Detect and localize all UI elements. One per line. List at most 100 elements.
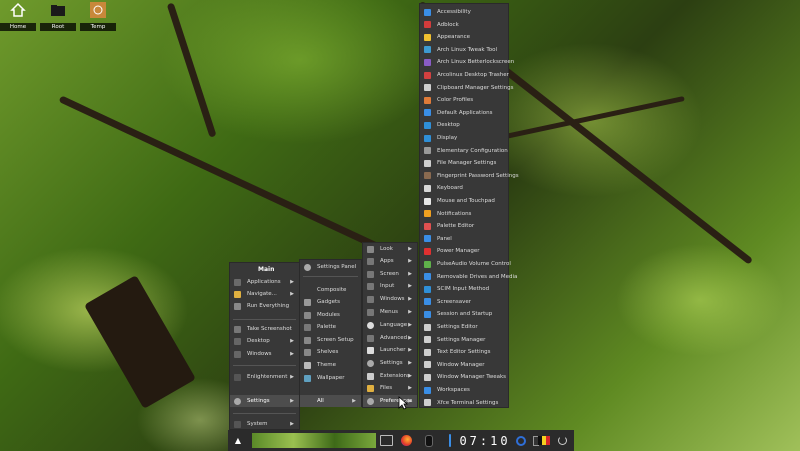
settings-menu-item-shelves[interactable]: Shelves (300, 346, 361, 358)
preferences-menu-item[interactable]: Workspaces (420, 384, 508, 396)
all-menu-item-apps[interactable]: Apps ▶ (363, 255, 417, 267)
all-menu-item-screen[interactable]: Screen ▶ (363, 268, 417, 280)
firefox-launcher[interactable] (398, 430, 414, 451)
screen-icon (367, 270, 374, 278)
all-icon (304, 398, 311, 405)
all-menu-item-extensions[interactable]: Extensions ▶ (363, 370, 417, 382)
preferences-menu-item[interactable]: Power Manager (420, 245, 508, 257)
preferences-menu-item[interactable]: Window Manager Tweaks (420, 371, 508, 383)
preferences-menu-item[interactable]: Notifications (420, 208, 508, 220)
preferences-menu-item[interactable]: Text Editor Settings (420, 346, 508, 358)
preferences-menu-item[interactable]: Window Manager (420, 359, 508, 371)
chevron-right-icon: ▶ (408, 322, 412, 328)
settings-menu-item-palette[interactable]: Palette (300, 321, 361, 333)
power-icon (557, 436, 567, 445)
preferences-menu-item[interactable]: Appearance (420, 31, 508, 43)
preferences-menu-item[interactable]: Desktop (420, 119, 508, 131)
main-menu-item-windows[interactable]: Windows ▶ (230, 348, 299, 360)
preferences-menu-item[interactable]: Elementary Configuration (420, 145, 508, 157)
launcher-icon (367, 346, 374, 354)
preferences-menu-item[interactable]: Settings Editor (420, 321, 508, 333)
preferences-menu-item[interactable]: Fingerprint Password Settings (420, 170, 519, 182)
settings-menu-item-wallpaper[interactable]: Wallpaper (300, 372, 361, 384)
all-menu-item-settings[interactable]: Settings ▶ (363, 357, 417, 369)
start-button[interactable]: ▲ (230, 430, 246, 451)
preferences-menu-item-label: Settings Manager (437, 336, 486, 343)
main-menu-item-enlightenment[interactable]: Enlightenment ▶ (230, 371, 299, 383)
main-menu-item-desktop[interactable]: Desktop ▶ (230, 335, 299, 347)
pager[interactable] (252, 430, 376, 451)
network-gadget[interactable] (514, 430, 528, 451)
windows-icon (367, 295, 374, 303)
desktop-icon-root[interactable]: Root (40, 2, 76, 31)
all-menu-item-launcher[interactable]: Launcher ▶ (363, 344, 417, 356)
preferences-menu-item[interactable]: Session and Startup (420, 308, 508, 320)
preference-item-icon (424, 58, 431, 66)
all-menu-item-windows[interactable]: Windows ▶ (363, 293, 417, 305)
desktop-icon-temp[interactable]: Temp (80, 2, 116, 31)
preferences-menu-item-label: Notifications (437, 210, 472, 217)
all-menu-item-menus[interactable]: Menus ▶ (363, 306, 417, 318)
preferences-menu-item[interactable]: Xfce Terminal Settings (420, 397, 508, 409)
preferences-menu-item[interactable]: Panel (420, 233, 508, 245)
chevron-right-icon: ▶ (408, 246, 412, 252)
preferences-menu-item[interactable]: Palette Editor (420, 220, 508, 232)
chevron-right-icon: ▶ (290, 279, 294, 285)
power-button[interactable] (554, 430, 570, 451)
preferences-menu-item[interactable]: Settings Manager (420, 334, 508, 346)
main-menu-item-applications[interactable]: Applications ▶ (230, 276, 299, 288)
preferences-menu-item[interactable]: Removable Drives and Media (420, 271, 517, 283)
preferences-menu-item[interactable]: PulseAudio Volume Control (420, 258, 511, 270)
preferences-menu-item[interactable]: SCIM Input Method (420, 283, 508, 295)
preferences-menu-item[interactable]: File Manager Settings (420, 157, 508, 169)
main-menu-item-navigate[interactable]: Navigate... ▶ (230, 288, 299, 300)
terminal-launcher[interactable] (378, 430, 394, 451)
preferences-menu-item[interactable]: Screensaver (420, 296, 508, 308)
settings-icon (367, 359, 374, 367)
main-menu-item-run-everything[interactable]: Run Everything (230, 300, 299, 312)
preferences-menu-item[interactable]: Arch Linux Betterlockscreen (420, 56, 514, 68)
all-menu-item-preferences[interactable]: Preferences ▶ (363, 395, 417, 407)
chevron-right-icon: ▶ (408, 360, 412, 366)
settings-menu-item-gadgets[interactable]: Gadgets (300, 296, 361, 308)
mouse-gadget[interactable] (422, 430, 436, 451)
main-menu-item-system[interactable]: System ▶ (230, 418, 299, 430)
all-menu-item-advanced[interactable]: Advanced ▶ (363, 332, 417, 344)
preferences-menu-item[interactable]: Display (420, 132, 508, 144)
preferences-menu: Accessibility Adblock Appearance Arch Linux… (419, 3, 519, 409)
preferences-menu-item-label: Elementary Configuration (437, 147, 508, 154)
palette-icon (304, 323, 311, 331)
main-menu-item-take-screenshot[interactable]: Take Screenshot (230, 323, 299, 335)
chevron-right-icon: ▶ (408, 309, 412, 315)
all-menu-item-language[interactable]: Language ▶ (363, 319, 417, 331)
preference-item-icon (424, 386, 431, 394)
preferences-menu-item-label: Arcolinux Desktop Trasher (437, 72, 509, 78)
preferences-menu-item[interactable]: Adblock (420, 19, 508, 31)
settings-menu-item-screen-setup[interactable]: Screen Setup (300, 334, 361, 346)
preferences-menu-item-label: Mouse and Touchpad (437, 198, 495, 204)
all-menu-item-look[interactable]: Look ▶ (363, 243, 417, 255)
settings-panel-icon (304, 263, 311, 271)
settings-menu-item-theme[interactable]: Theme (300, 359, 361, 371)
preferences-menu-item[interactable]: Accessibility (420, 6, 508, 18)
preferences-menu-item[interactable]: Keyboard (420, 182, 508, 194)
main-menu-item-settings[interactable]: Settings ▶ (230, 395, 299, 407)
home-icon (10, 2, 26, 17)
preferences-menu-item[interactable]: Mouse and Touchpad (420, 195, 508, 207)
mouse-icon (425, 434, 433, 447)
settings-menu-item-settings-panel[interactable]: Settings Panel (300, 261, 361, 273)
preferences-menu-item[interactable]: Clipboard Manager Settings (420, 82, 513, 94)
all-menu-item-input[interactable]: Input ▶ (363, 280, 417, 292)
preferences-menu-item[interactable]: Arch Linux Tweak Tool (420, 44, 508, 56)
preferences-menu-item[interactable]: Color Profiles (420, 94, 508, 106)
clock[interactable]: 07:10 (458, 430, 512, 451)
preferences-menu-item-label: Text Editor Settings (437, 349, 491, 356)
preferences-menu-item[interactable]: Arcolinux Desktop Trasher (420, 69, 509, 81)
language-gadget[interactable] (536, 430, 552, 451)
desktop-icon-home[interactable]: Home (0, 2, 36, 31)
all-menu-item-files[interactable]: Files ▶ (363, 382, 417, 394)
preferences-menu-item[interactable]: Default Applications (420, 107, 508, 119)
settings-menu-item-all[interactable]: All ▶ (300, 395, 361, 407)
settings-menu-item-modules[interactable]: Modules (300, 309, 361, 321)
settings-menu-item-composite[interactable]: Composite (300, 284, 361, 296)
